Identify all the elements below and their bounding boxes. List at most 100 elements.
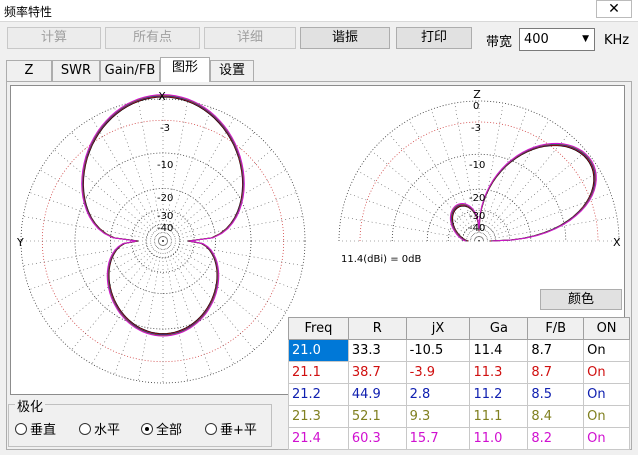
- table-cell-ga[interactable]: 11.2: [469, 383, 529, 406]
- grid-spoke: [91, 240, 164, 365]
- grid-spoke: [478, 216, 617, 242]
- az-ring-label-3: -20: [157, 193, 173, 204]
- elevation-right-label: X: [613, 236, 621, 249]
- table-cell-on[interactable]: On: [583, 405, 630, 428]
- close-button[interactable]: ✕: [596, 0, 632, 18]
- col-r[interactable]: R: [347, 317, 407, 340]
- azimuth-top-label: X: [158, 90, 166, 103]
- table-cell-on[interactable]: On: [583, 427, 630, 450]
- azimuth-left-label: Y: [16, 236, 24, 249]
- table-cell-on[interactable]: On: [583, 339, 630, 362]
- radio-vert-horiz[interactable]: 垂+平: [205, 419, 257, 438]
- table-cell-ga[interactable]: 11.4: [469, 339, 529, 362]
- table-cell-r[interactable]: 38.7: [347, 361, 407, 384]
- resonance-button[interactable]: 谐振: [300, 27, 390, 49]
- grid-spoke: [478, 119, 550, 242]
- radio-horizontal[interactable]: 水平: [79, 419, 120, 438]
- el-ring-label-1: -3: [471, 123, 481, 134]
- grid-spoke: [371, 150, 480, 242]
- table-row[interactable]: 21.0 33.3 -10.5 11.4 8.7 On: [288, 339, 630, 362]
- table-cell-freq[interactable]: 21.3: [288, 405, 349, 428]
- table-cell-r[interactable]: 52.1: [347, 405, 407, 428]
- tab-graph[interactable]: 图形: [160, 57, 210, 82]
- polarization-legend: 极化: [15, 396, 46, 415]
- radio-all[interactable]: 全部: [141, 419, 182, 438]
- az-ring-label-5: -40: [157, 223, 173, 234]
- el-ring-label-4: -30: [469, 211, 485, 222]
- bandwidth-select[interactable]: 400 ▼: [519, 28, 595, 51]
- table-cell-freq[interactable]: 21.0: [288, 339, 349, 362]
- table-cell-jx[interactable]: 2.8: [405, 383, 471, 406]
- grid-spoke: [388, 133, 480, 242]
- grid-spoke: [162, 240, 235, 365]
- radio-label: 水平: [94, 423, 121, 438]
- radio-dot[interactable]: [79, 423, 91, 435]
- table-cell-jx[interactable]: 9.3: [405, 405, 471, 428]
- table-row[interactable]: 21.4 60.3 15.7 11.0 8.2 On: [288, 427, 630, 450]
- all-points-button[interactable]: 所有点: [105, 27, 200, 49]
- grid-spoke: [29, 192, 164, 242]
- grid-spoke: [478, 150, 587, 242]
- grid-spoke: [341, 216, 480, 242]
- table-cell-fb[interactable]: 8.2: [527, 427, 585, 450]
- table-cell-r[interactable]: 44.9: [347, 383, 407, 406]
- grid-spoke: [91, 117, 164, 242]
- tab-z[interactable]: Z: [6, 60, 52, 81]
- table-cell-jx[interactable]: 15.7: [405, 427, 471, 450]
- table-cell-on[interactable]: On: [583, 361, 630, 384]
- table-row[interactable]: 21.1 38.7 -3.9 11.3 8.7 On: [288, 361, 630, 384]
- grid-spoke: [478, 133, 570, 242]
- tab-swr[interactable]: SWR: [52, 60, 100, 81]
- azimuth-plot: [20, 94, 306, 384]
- table-cell-fb[interactable]: 8.5: [527, 383, 585, 406]
- grid-spoke: [29, 240, 164, 290]
- col-ga[interactable]: Ga: [469, 317, 529, 340]
- radio-dot[interactable]: [141, 423, 153, 435]
- table-cell-on[interactable]: On: [583, 383, 630, 406]
- gain-note: 11.4(dBi) = 0dB: [341, 254, 422, 265]
- table-cell-freq[interactable]: 21.4: [288, 427, 349, 450]
- col-fb[interactable]: F/B: [527, 317, 585, 340]
- table-cell-freq[interactable]: 21.1: [288, 361, 349, 384]
- tab-gain-fb[interactable]: Gain/FB: [100, 60, 160, 81]
- bandwidth-unit: KHz: [604, 33, 630, 48]
- table-row[interactable]: 21.2 44.9 2.8 11.2 8.5 On: [288, 383, 630, 406]
- detail-button[interactable]: 详细: [204, 27, 296, 49]
- elevation-top-label: Z: [473, 88, 481, 101]
- radio-label: 垂+平: [220, 423, 257, 438]
- grid-spoke: [162, 240, 287, 313]
- table-row[interactable]: 21.3 52.1 9.3 11.1 8.4 On: [288, 405, 630, 428]
- grid-spoke: [39, 240, 164, 313]
- table-cell-ga[interactable]: 11.3: [469, 361, 529, 384]
- table-cell-jx[interactable]: -3.9: [405, 361, 471, 384]
- table-cell-r[interactable]: 33.3: [347, 339, 407, 362]
- table-cell-freq[interactable]: 21.2: [288, 383, 349, 406]
- title-bar: 频率特性 ✕: [0, 0, 638, 22]
- radio-label: 垂直: [30, 423, 57, 438]
- table-cell-fb[interactable]: 8.7: [527, 361, 585, 384]
- az-ring-label-1: -3: [160, 123, 170, 134]
- calc-button[interactable]: 计算: [7, 27, 101, 49]
- table-cell-r[interactable]: 60.3: [347, 427, 407, 450]
- radio-dot[interactable]: [205, 423, 217, 435]
- table-header-row: Freq R jX Ga F/B ON: [288, 317, 630, 340]
- color-button[interactable]: 颜色: [540, 289, 622, 310]
- el-ring-label-3: -20: [469, 193, 485, 204]
- table-cell-ga[interactable]: 11.0: [469, 427, 529, 450]
- col-freq[interactable]: Freq: [288, 317, 349, 340]
- tab-settings[interactable]: 设置: [210, 60, 254, 81]
- table-cell-jx[interactable]: -10.5: [405, 339, 471, 362]
- grid-spoke: [478, 170, 601, 242]
- col-jx[interactable]: jX: [405, 317, 471, 340]
- table-cell-fb[interactable]: 8.7: [527, 339, 585, 362]
- bandwidth-value: 400: [524, 32, 549, 47]
- print-button[interactable]: 打印: [396, 27, 472, 49]
- radio-vertical[interactable]: 垂直: [15, 419, 56, 438]
- col-on[interactable]: ON: [583, 317, 630, 340]
- table-cell-ga[interactable]: 11.1: [469, 405, 529, 428]
- el-ring-label-0: 0: [473, 101, 479, 112]
- radio-dot[interactable]: [15, 423, 27, 435]
- table-cell-fb[interactable]: 8.4: [527, 405, 585, 428]
- radio-label: 全部: [156, 423, 183, 438]
- az-ring-label-2: -10: [157, 160, 173, 171]
